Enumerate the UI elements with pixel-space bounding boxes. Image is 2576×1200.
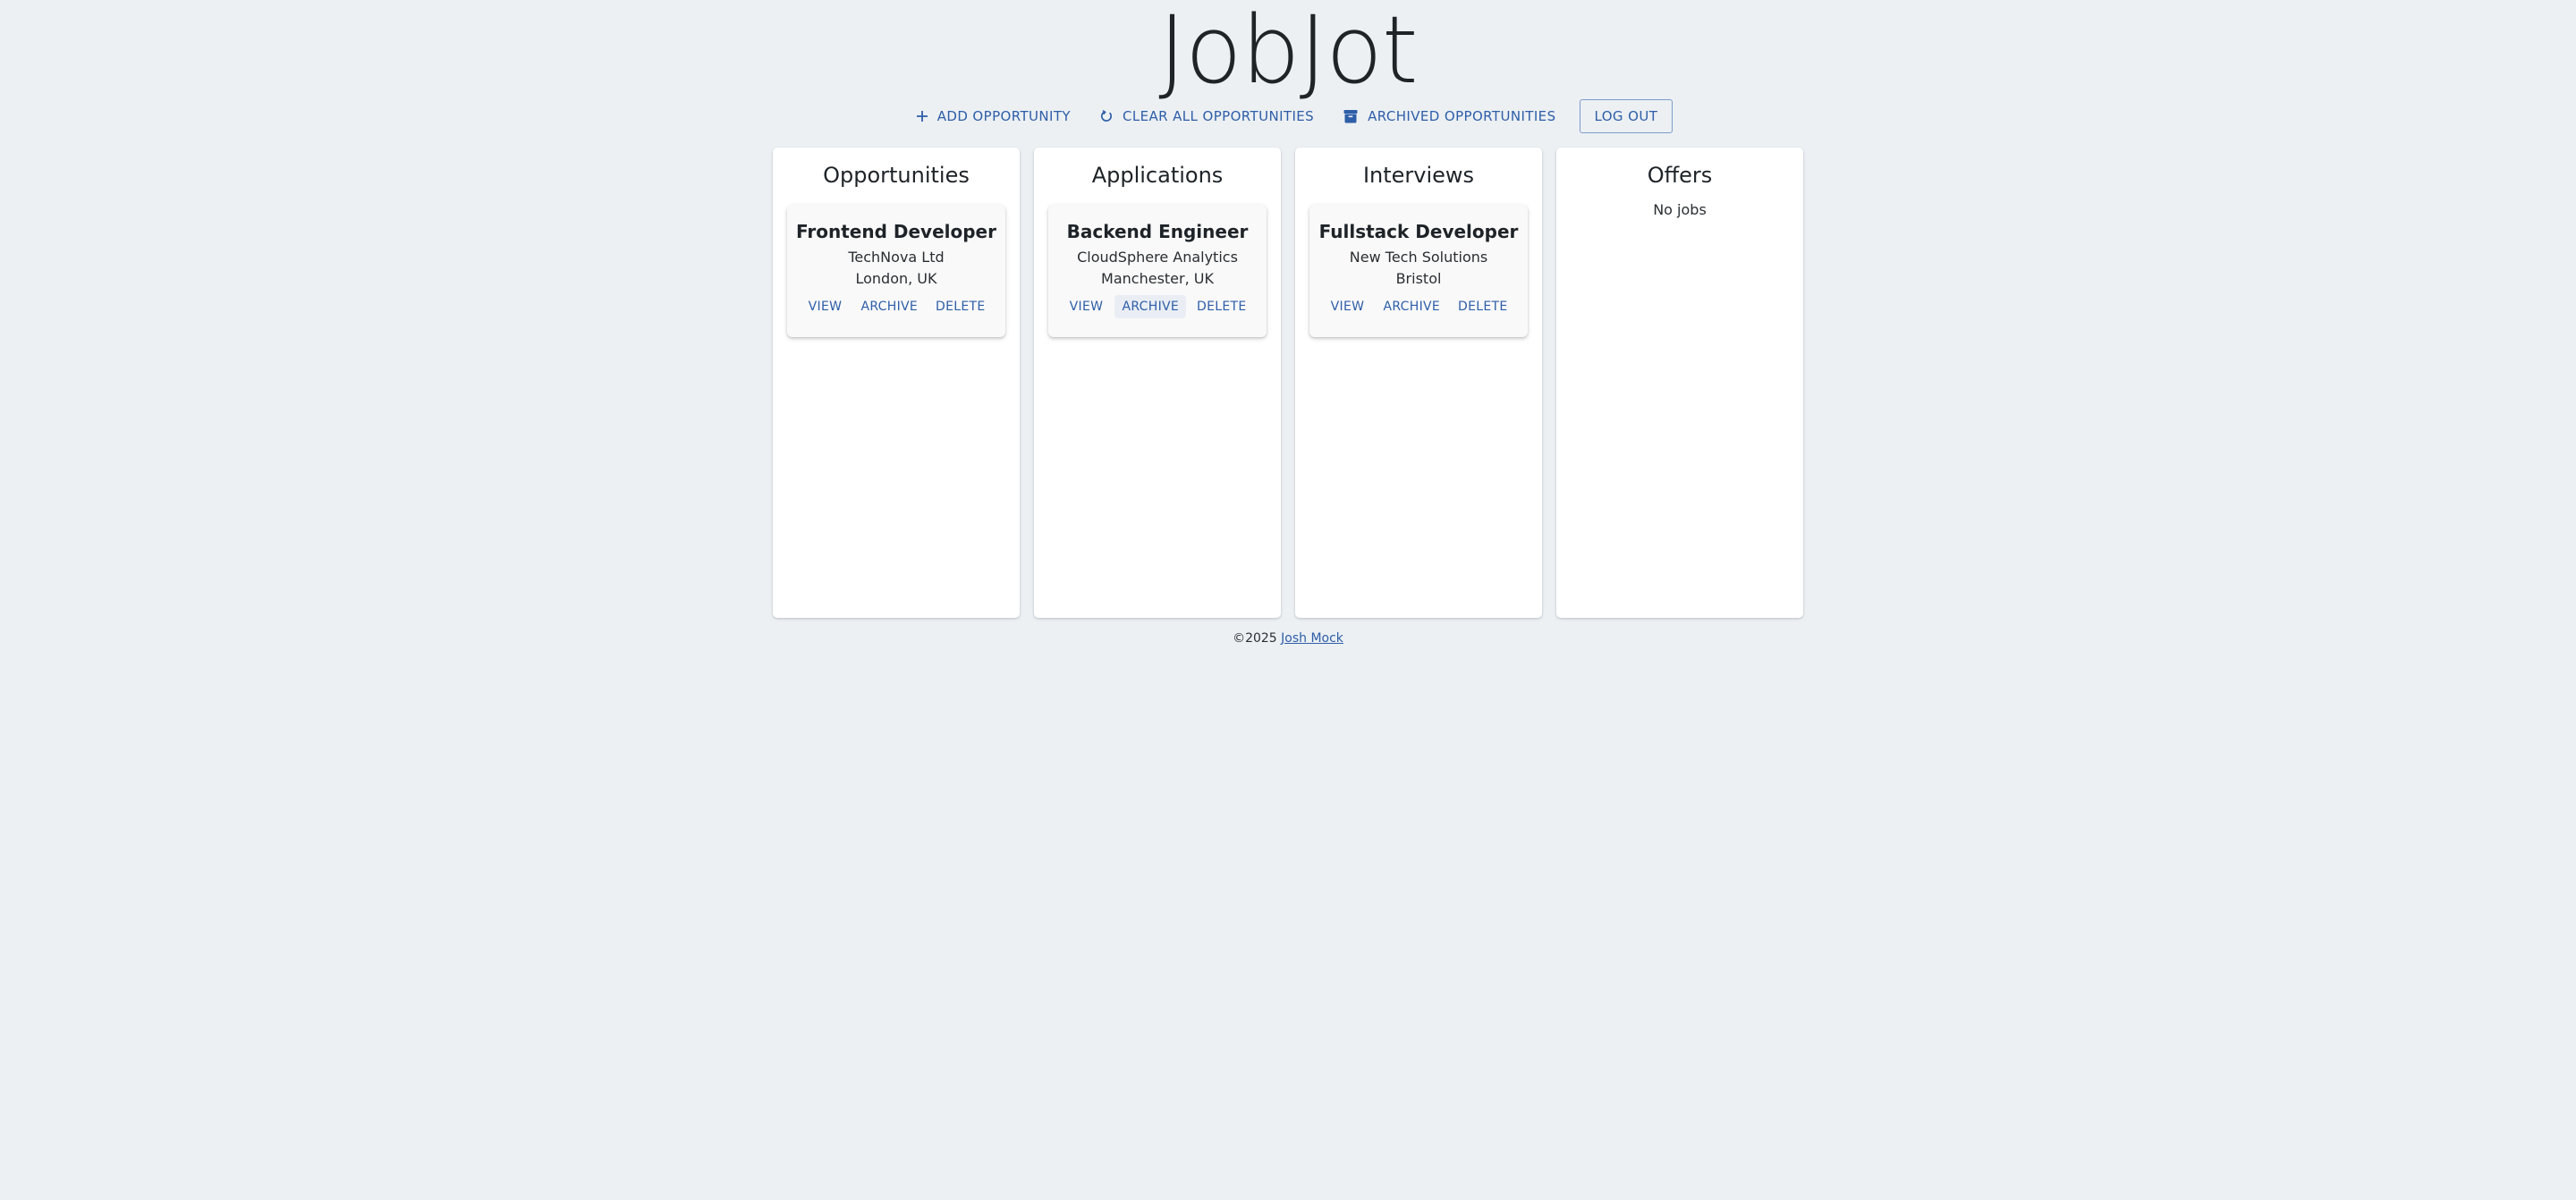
job-location: Manchester, UK: [1101, 270, 1214, 287]
view-button[interactable]: View: [1061, 295, 1111, 318]
toolbar: Add Opportunity Clear All Opportunities …: [0, 98, 2576, 134]
author-link[interactable]: Josh Mock: [1281, 631, 1343, 646]
archive-button[interactable]: Archive: [1114, 295, 1187, 318]
column-offers: Offers No jobs: [1556, 148, 1803, 618]
column-title: Opportunities: [823, 163, 970, 188]
job-card[interactable]: Fullstack Developer New Tech Solutions B…: [1309, 205, 1528, 337]
refresh-icon: [1099, 109, 1114, 123]
job-company: New Tech Solutions: [1349, 249, 1488, 266]
job-board: Opportunities Frontend Developer TechNov…: [773, 148, 1803, 618]
job-title: Fullstack Developer: [1318, 221, 1519, 242]
column-applications: Applications Backend Engineer CloudSpher…: [1034, 148, 1281, 618]
job-actions: View Archive Delete: [787, 295, 1005, 318]
job-actions: View Archive Delete: [1048, 295, 1267, 318]
archive-box-icon: [1343, 108, 1359, 124]
delete-button[interactable]: Delete: [1190, 295, 1253, 318]
empty-column-text: No jobs: [1653, 201, 1707, 218]
view-button[interactable]: View: [800, 295, 850, 318]
plus-icon: [916, 110, 928, 123]
clear-all-opportunities-label: Clear All Opportunities: [1122, 108, 1315, 124]
delete-button[interactable]: Delete: [928, 295, 992, 318]
job-card[interactable]: Frontend Developer TechNova Ltd London, …: [787, 205, 1005, 337]
copyright-text: ©2025: [1233, 631, 1277, 646]
job-card[interactable]: Backend Engineer CloudSphere Analytics M…: [1048, 205, 1267, 337]
archived-opportunities-button[interactable]: Archived Opportunities: [1330, 98, 1568, 134]
column-title: Interviews: [1362, 163, 1475, 188]
column-title: Applications: [1091, 163, 1224, 188]
clear-all-opportunities-button[interactable]: Clear All Opportunities: [1087, 98, 1326, 134]
footer: ©2025 Josh Mock: [0, 631, 2576, 646]
view-button[interactable]: View: [1322, 295, 1372, 318]
archive-button[interactable]: Archive: [853, 295, 925, 318]
job-company: TechNova Ltd: [848, 249, 945, 266]
job-title: Backend Engineer: [1066, 221, 1249, 242]
job-location: Bristol: [1395, 270, 1442, 287]
add-opportunity-label: Add Opportunity: [936, 108, 1071, 124]
column-opportunities: Opportunities Frontend Developer TechNov…: [773, 148, 1020, 618]
job-location: London, UK: [855, 270, 937, 287]
add-opportunity-button[interactable]: Add Opportunity: [903, 98, 1083, 134]
job-company: CloudSphere Analytics: [1077, 249, 1238, 266]
archived-opportunities-label: Archived Opportunities: [1368, 108, 1556, 124]
column-interviews: Interviews Fullstack Developer New Tech …: [1295, 148, 1542, 618]
archive-button[interactable]: Archive: [1376, 295, 1447, 318]
app-title: JobJot: [1158, 0, 1418, 105]
column-title: Offers: [1647, 163, 1713, 188]
job-actions: View Archive Delete: [1309, 295, 1528, 318]
delete-button[interactable]: Delete: [1451, 295, 1514, 318]
logout-button[interactable]: Log Out: [1579, 99, 1674, 133]
job-title: Frontend Developer: [796, 221, 996, 242]
